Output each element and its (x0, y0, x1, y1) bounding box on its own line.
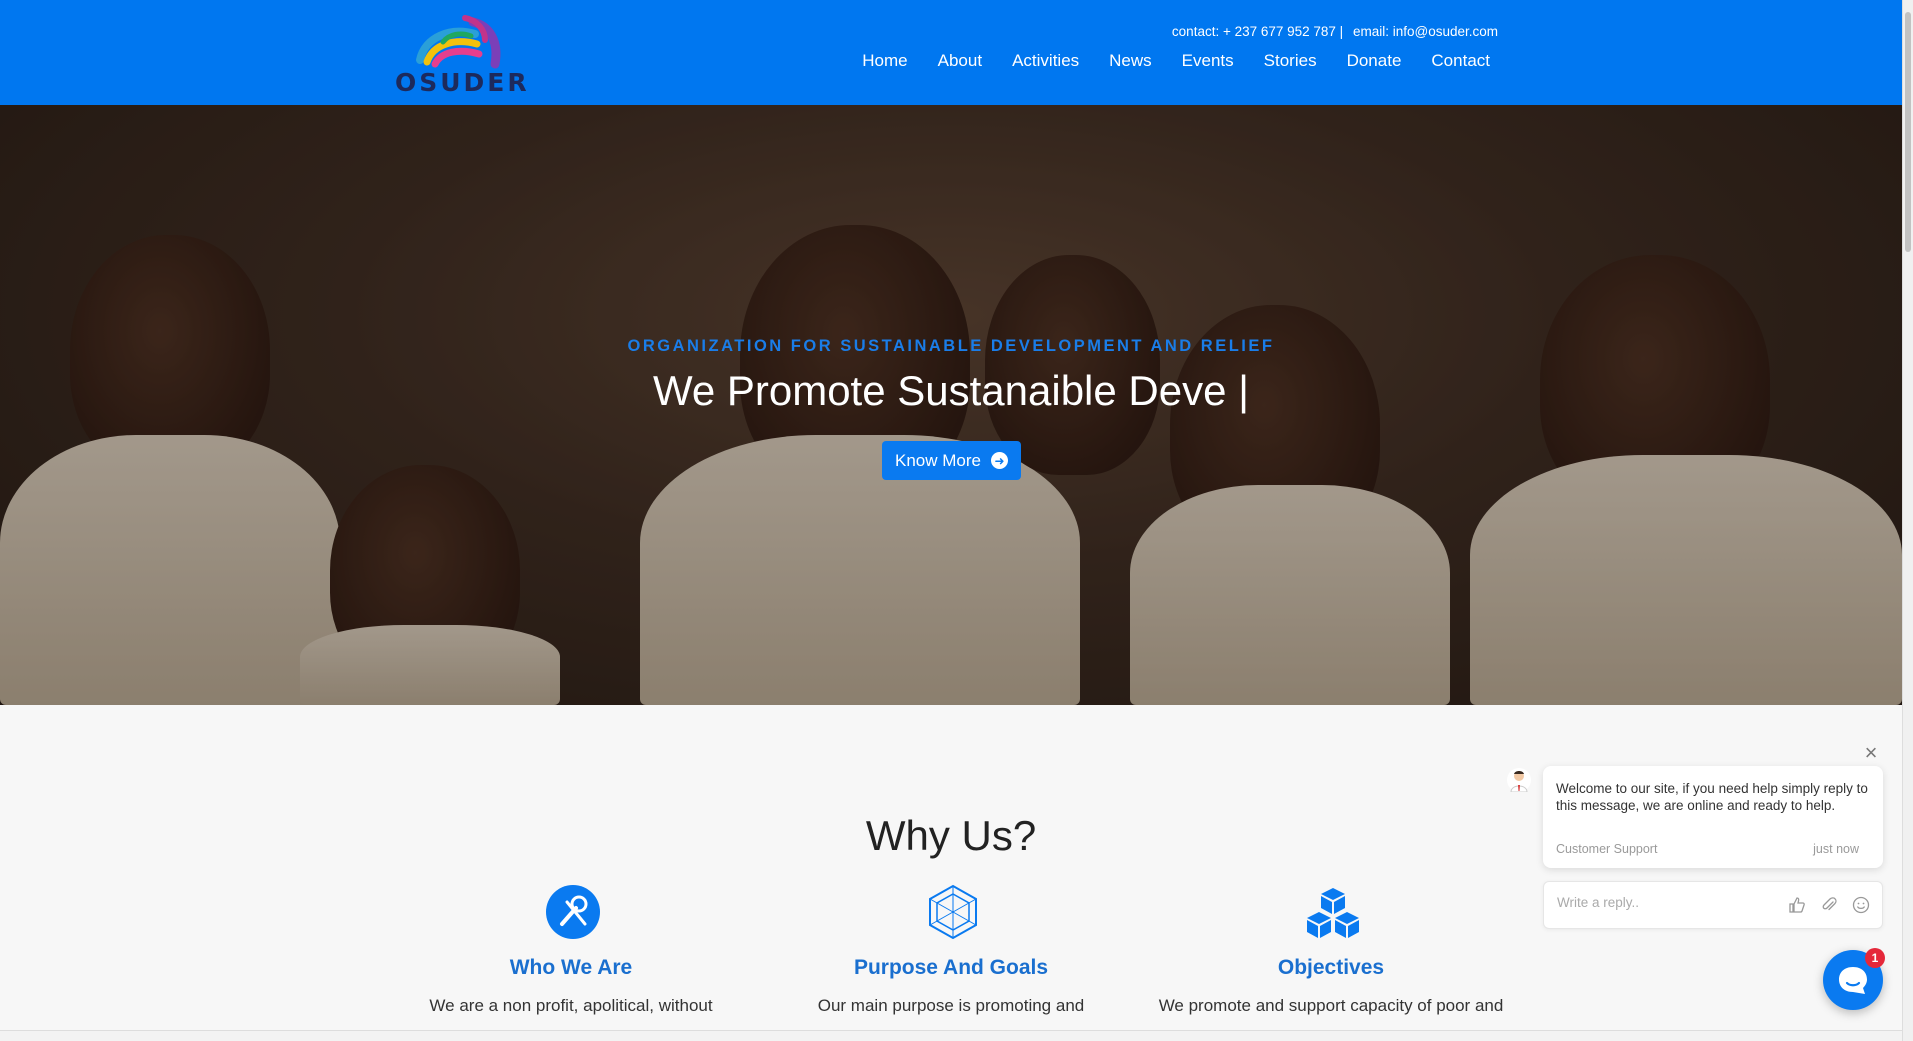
nav-item-activities[interactable]: Activities (997, 51, 1094, 71)
horizontal-scrollbar[interactable] (0, 1030, 1902, 1041)
hero-title: We Promote Sustanaible Deve | (652, 367, 1250, 414)
nav-item-events[interactable]: Events (1167, 51, 1249, 71)
tools-icon (545, 884, 601, 940)
unread-badge: 1 (1865, 948, 1885, 968)
chat-meta: Customer Support just now (1556, 842, 1859, 856)
arrow-circle-right-icon: ➜ (990, 452, 1008, 469)
contact-email[interactable]: email: info@osuder.com (1353, 24, 1498, 39)
feature-name: Who We Are (509, 956, 633, 979)
feature-desc: We are a non profit, apolitical, without (429, 996, 713, 1015)
brand-name: OSUDER (395, 68, 530, 97)
chat-message: Welcome to our site, if you need help si… (1556, 781, 1868, 813)
site-logo[interactable]: OSUDER (395, 12, 530, 97)
rainbow-swirl-logo (416, 15, 501, 69)
nav-item-news[interactable]: News (1094, 51, 1167, 71)
feature-name: Objectives (1277, 956, 1385, 979)
cubes-icon (1305, 884, 1361, 940)
hero-banner: ORGANIZATION FOR SUSTAINABLE DEVELOPMENT… (0, 105, 1902, 705)
support-avatar (1507, 768, 1531, 793)
contact-line: contact: + 237 677 952 787 | email: info… (1166, 24, 1498, 39)
main-nav: Home About Activities News Events Storie… (847, 51, 1498, 71)
feature-desc: We promote and support capacity of poor … (1158, 996, 1504, 1015)
chat-message-bubble: Welcome to our site, if you need help si… (1543, 766, 1883, 868)
hexagon-icon (925, 884, 981, 940)
emoji-icon[interactable] (1852, 896, 1870, 914)
feature-name: Purpose And Goals (853, 956, 1049, 979)
nav-item-about[interactable]: About (923, 51, 997, 71)
chat-reply-input[interactable] (1557, 895, 1757, 910)
vertical-scrollbar[interactable] (1902, 0, 1913, 1041)
contact-phone: contact: + 237 677 952 787 | (1171, 24, 1344, 39)
nav-item-contact[interactable]: Contact (1416, 51, 1498, 71)
chat-reply-box (1543, 881, 1883, 929)
nav-item-home[interactable]: Home (847, 51, 922, 71)
know-more-label: Know More (895, 450, 981, 470)
feature-desc: Our main purpose is promoting and (817, 996, 1085, 1015)
paperclip-icon[interactable] (1820, 896, 1838, 914)
chat-author: Customer Support (1556, 842, 1658, 856)
chat-close-icon[interactable]: × (1862, 742, 1880, 764)
chat-time: just now (1813, 842, 1859, 856)
site-header: OSUDER contact: + 237 677 952 787 | emai… (0, 0, 1902, 105)
scrollbar-thumb[interactable] (1905, 12, 1911, 252)
hero-subtitle: ORGANIZATION FOR SUSTAINABLE DEVELOPMENT… (627, 337, 1275, 355)
chat-tools (1788, 896, 1870, 914)
nav-item-donate[interactable]: Donate (1332, 51, 1417, 71)
thumbs-up-icon[interactable] (1788, 896, 1806, 914)
nav-item-stories[interactable]: Stories (1249, 51, 1332, 71)
know-more-button[interactable]: Know More ➜ (882, 441, 1021, 480)
